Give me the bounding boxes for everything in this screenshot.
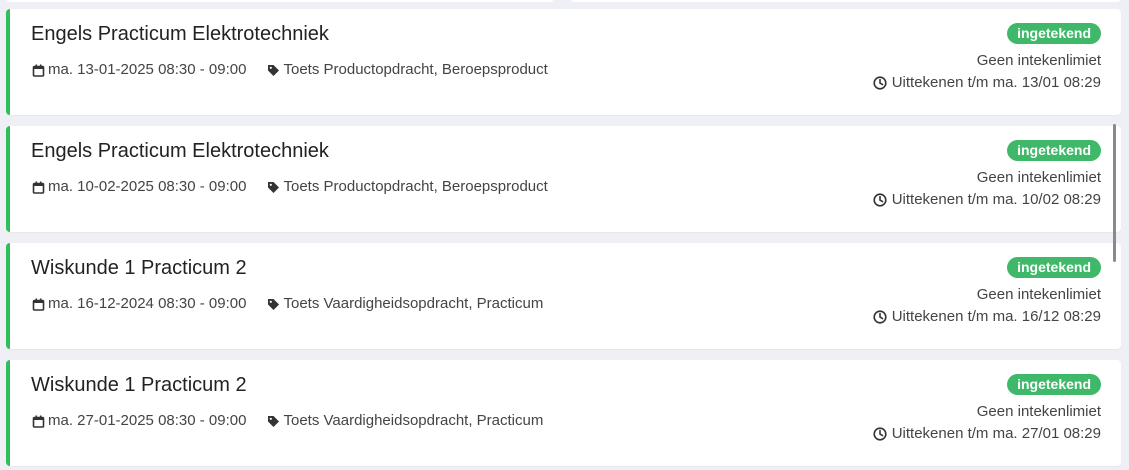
enrollment-limit: Geen intekenlimiet	[976, 52, 1101, 69]
tag-icon	[266, 63, 280, 77]
deadline: Uittekenen t/m ma. 27/01 08:29	[873, 425, 1101, 443]
card-title: Wiskunde 1 Practicum 2	[31, 374, 247, 396]
card-meta: ma. 16-12-2024 08:30 - 09:00 Toets Vaard…	[31, 295, 543, 313]
card-tags-text: Toets Productopdracht, Beroepsproduct	[283, 178, 548, 195]
card-title: Wiskunde 1 Practicum 2	[31, 257, 247, 279]
card-tags-text: Toets Vaardigheidsopdracht, Practicum	[283, 412, 544, 429]
calendar-icon	[31, 63, 45, 77]
card-tags: Toets Productopdracht, Beroepsproduct	[266, 61, 548, 79]
clock-icon	[873, 309, 888, 325]
deadline-text: Uittekenen t/m ma. 27/01 08:29	[891, 425, 1101, 442]
status-badge: ingetekend	[1007, 374, 1101, 395]
card-tags-text: Toets Vaardigheidsopdracht, Practicum	[283, 295, 544, 312]
tag-icon	[266, 414, 280, 428]
tag-icon	[266, 180, 280, 194]
card-status-column: ingetekend Geen intekenlimiet Uittekenen…	[873, 257, 1101, 326]
deadline: Uittekenen t/m ma. 16/12 08:29	[873, 308, 1101, 326]
deadline-text: Uittekenen t/m ma. 16/12 08:29	[891, 308, 1101, 325]
status-badge: ingetekend	[1007, 23, 1101, 44]
tag-icon	[266, 297, 280, 311]
enrollment-card[interactable]: Engels Practicum Elektrotechniek ma. 13-…	[6, 9, 1121, 115]
enrollment-card-list: Engels Practicum Elektrotechniek ma. 13-…	[6, 9, 1121, 470]
enrollment-card[interactable]: Engels Practicum Elektrotechniek ma. 10-…	[6, 126, 1121, 232]
card-meta: ma. 13-01-2025 08:30 - 09:00 Toets Produ…	[31, 61, 548, 79]
card-status-column: ingetekend Geen intekenlimiet Uittekenen…	[873, 374, 1101, 443]
deadline-text: Uittekenen t/m ma. 10/02 08:29	[891, 191, 1101, 208]
card-tags-text: Toets Productopdracht, Beroepsproduct	[283, 61, 548, 78]
enrollment-limit: Geen intekenlimiet	[976, 403, 1101, 420]
enrollment-list-view: Engels Practicum Elektrotechniek ma. 13-…	[0, 0, 1129, 470]
card-date: ma. 13-01-2025 08:30 - 09:00	[48, 61, 247, 78]
card-date: ma. 16-12-2024 08:30 - 09:00	[48, 295, 247, 312]
card-date: ma. 27-01-2025 08:30 - 09:00	[48, 412, 247, 429]
card-title: Engels Practicum Elektrotechniek	[31, 140, 329, 162]
clock-icon	[873, 426, 888, 442]
calendar-icon	[31, 180, 45, 194]
calendar-icon	[31, 297, 45, 311]
card-tags: Toets Vaardigheidsopdracht, Practicum	[266, 295, 543, 313]
card-tags: Toets Productopdracht, Beroepsproduct	[266, 178, 548, 196]
card-title: Engels Practicum Elektrotechniek	[31, 23, 329, 45]
card-meta: ma. 10-02-2025 08:30 - 09:00 Toets Produ…	[31, 178, 548, 196]
card-status-column: ingetekend Geen intekenlimiet Uittekenen…	[873, 140, 1101, 209]
card-status-column: ingetekend Geen intekenlimiet Uittekenen…	[873, 23, 1101, 92]
enrollment-card[interactable]: Wiskunde 1 Practicum 2 ma. 16-12-2024 08…	[6, 243, 1121, 349]
clock-icon	[873, 75, 888, 91]
enrollment-card[interactable]: Wiskunde 1 Practicum 2 ma. 27-01-2025 08…	[6, 360, 1121, 466]
previous-card-right[interactable]	[570, 0, 1121, 2]
calendar-icon	[31, 414, 45, 428]
card-meta: ma. 27-01-2025 08:30 - 09:00 Toets Vaard…	[31, 412, 543, 430]
scrollbar-thumb[interactable]	[1113, 124, 1116, 262]
deadline: Uittekenen t/m ma. 10/02 08:29	[873, 191, 1101, 209]
previous-card-left[interactable]	[6, 0, 554, 2]
status-badge: ingetekend	[1007, 140, 1101, 161]
deadline: Uittekenen t/m ma. 13/01 08:29	[873, 74, 1101, 92]
card-tags: Toets Vaardigheidsopdracht, Practicum	[266, 412, 543, 430]
deadline-text: Uittekenen t/m ma. 13/01 08:29	[891, 74, 1101, 91]
enrollment-limit: Geen intekenlimiet	[976, 169, 1101, 186]
clock-icon	[873, 192, 888, 208]
card-date: ma. 10-02-2025 08:30 - 09:00	[48, 178, 247, 195]
enrollment-limit: Geen intekenlimiet	[976, 286, 1101, 303]
status-badge: ingetekend	[1007, 257, 1101, 278]
